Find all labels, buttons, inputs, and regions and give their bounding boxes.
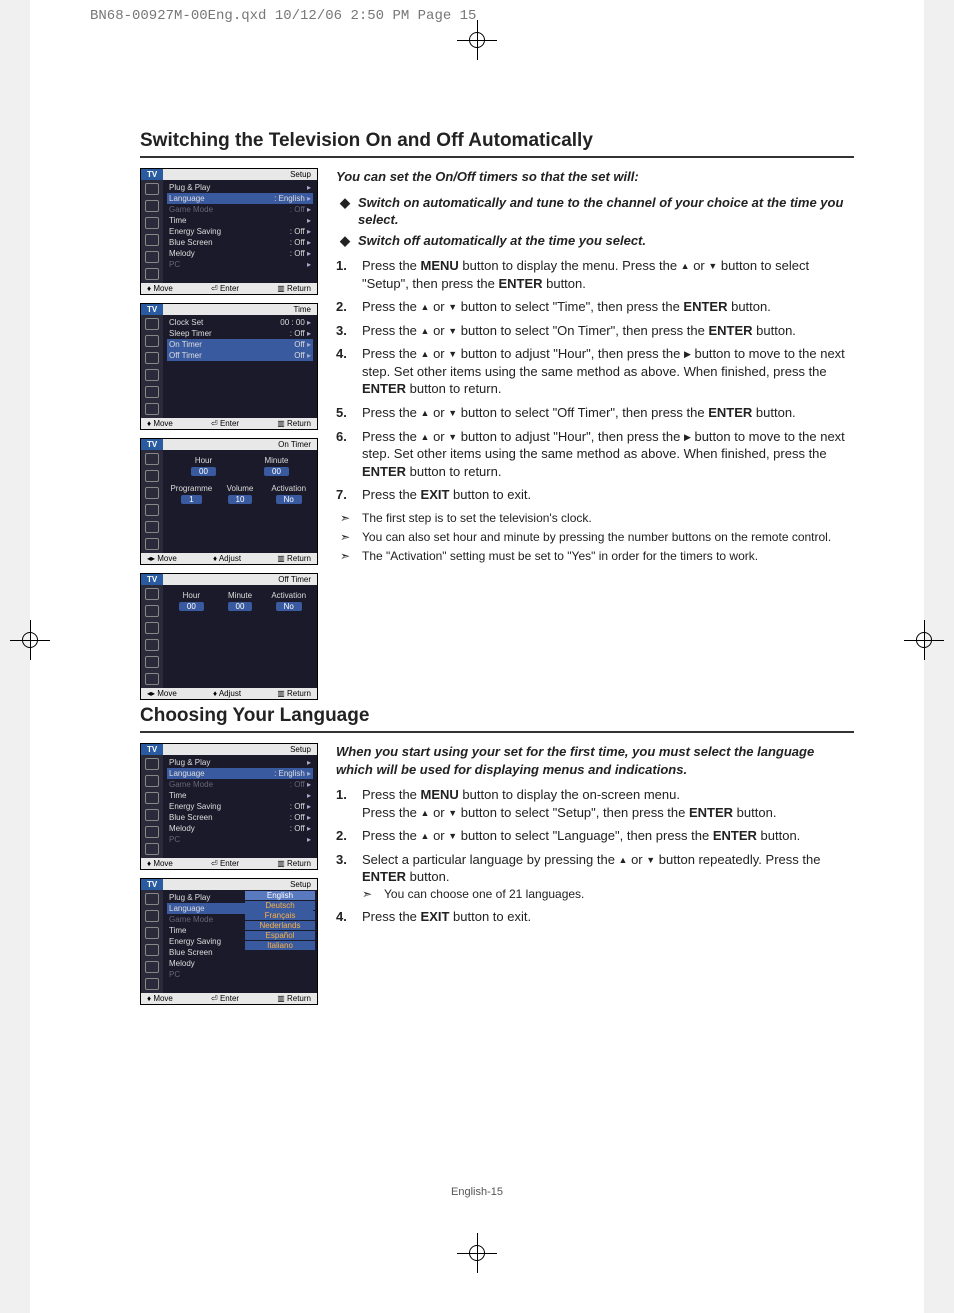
- osd-column: TVSetup Plug & Play ▸Language: English ▸…: [140, 168, 318, 700]
- osd-setup-2: TVSetup Plug & Play ▸Language: English ▸…: [140, 743, 318, 870]
- osd-language-dropdown: TVSetup Plug & PlayLanguageGame ModeTime…: [140, 878, 318, 1005]
- title-rule: [140, 731, 854, 733]
- section2-steps: 1.Press the MENU button to display the o…: [336, 786, 854, 925]
- section-language: Choosing Your Language TVSetup Plug & Pl…: [140, 705, 854, 1005]
- section-switching: Switching the Television On and Off Auto…: [140, 130, 854, 700]
- section1-steps: 1.Press the MENU button to display the m…: [336, 257, 854, 504]
- inline-note: You can choose one of 21 languages.: [362, 886, 854, 902]
- section1-text: You can set the On/Off timers so that th…: [336, 168, 854, 700]
- reg-mark-bottom: [457, 1233, 497, 1273]
- section2-title: Choosing Your Language: [140, 705, 854, 727]
- page: BN68-00927M-00Eng.qxd 10/12/06 2:50 PM P…: [30, 0, 924, 1313]
- page-footer: English-15: [30, 1186, 924, 1198]
- section1-title: Switching the Television On and Off Auto…: [140, 130, 854, 152]
- reg-mark-left: [10, 620, 50, 660]
- reg-mark-right: [904, 620, 944, 660]
- section1-intro: You can set the On/Off timers so that th…: [336, 168, 854, 186]
- reg-mark-top: [457, 20, 497, 60]
- section2-intro: When you start using your set for the fi…: [336, 743, 854, 778]
- osd-column-2: TVSetup Plug & Play ▸Language: English ▸…: [140, 743, 318, 1005]
- osd-on-timer: TVOn Timer Hour00Minute00 Programme1Volu…: [140, 438, 318, 565]
- title-rule: [140, 156, 854, 158]
- osd-time: TVTime Clock Set00 : 00 ▸Sleep Timer: Of…: [140, 303, 318, 430]
- osd-setup: TVSetup Plug & Play ▸Language: English ▸…: [140, 168, 318, 295]
- section2-text: When you start using your set for the fi…: [336, 743, 854, 1005]
- print-header: BN68-00927M-00Eng.qxd 10/12/06 2:50 PM P…: [90, 8, 476, 24]
- osd-off-timer: TVOff Timer Hour00Minute00ActivationNo ◂…: [140, 573, 318, 700]
- section1-bullets: Switch on automatically and tune to the …: [336, 194, 854, 250]
- section1-notes: The first step is to set the television'…: [336, 510, 854, 565]
